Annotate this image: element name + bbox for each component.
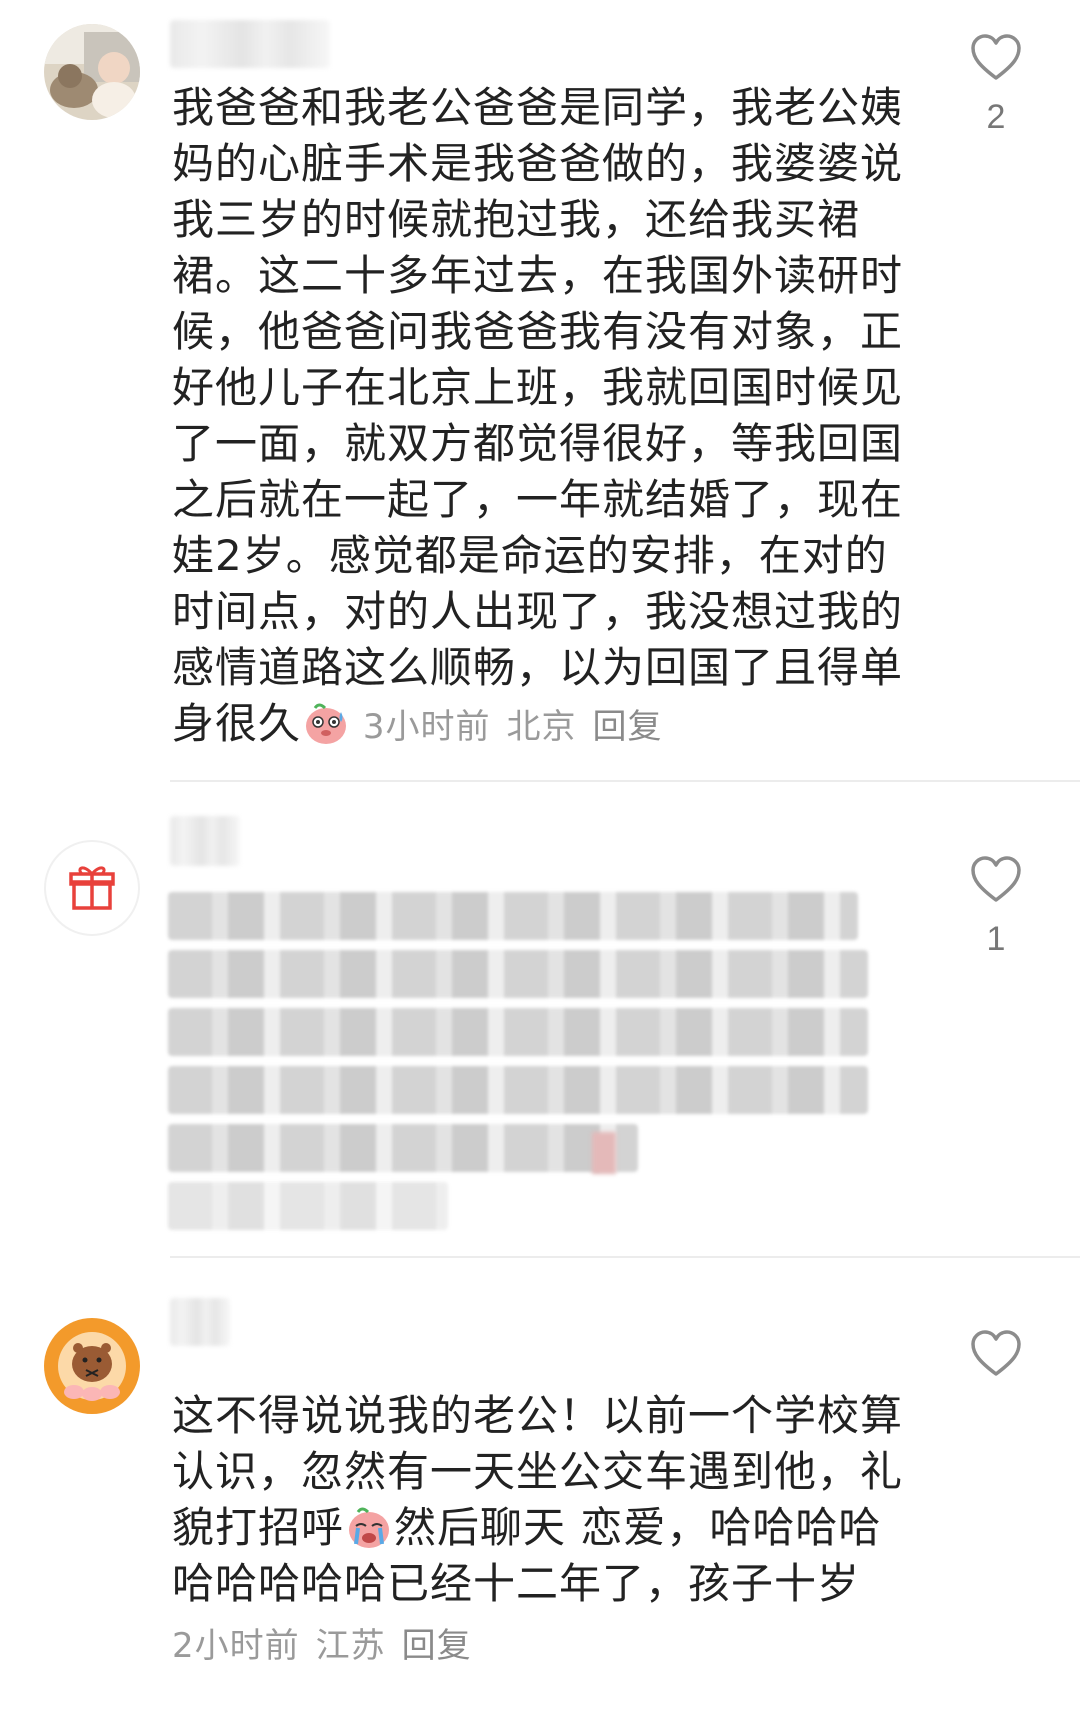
comment-body: 我爸爸和我老公爸爸是同学，我老公姨妈的心脏手术是我爸爸做的，我婆婆说我三岁的时候…: [172, 83, 904, 748]
like-count: 2: [986, 98, 1006, 136]
comment-time: 2小时前: [172, 1626, 300, 1666]
username-blurred[interactable]: [170, 1298, 230, 1346]
divider: [170, 780, 1080, 782]
capybara-icon: [44, 1318, 140, 1414]
sweat-face-emoji: [303, 700, 349, 746]
comment-text: 这不得说说我的老公！以前一个学校算认识，忽然有一天坐公交车遇到他，礼貌打招呼 然…: [172, 1388, 912, 1612]
avatar[interactable]: [44, 24, 140, 120]
divider: [170, 1256, 1080, 1258]
like-button[interactable]: [966, 1330, 1026, 1394]
comment-meta: 3小时前 北京 回复: [351, 707, 678, 747]
gift-icon: [69, 866, 115, 910]
comment-meta: 2小时前 江苏 回复: [172, 1618, 488, 1667]
like-button[interactable]: 2: [966, 34, 1026, 137]
comment-location: 北京: [506, 707, 577, 747]
comment-location: 江苏: [315, 1626, 386, 1666]
reply-button[interactable]: 回复: [402, 1626, 472, 1666]
avatar[interactable]: [44, 1318, 140, 1414]
crying-face-emoji: [346, 1504, 392, 1550]
heart-icon: [971, 34, 1021, 80]
avatar[interactable]: [44, 840, 140, 936]
username-blurred[interactable]: [170, 20, 330, 68]
comment-text-blurred: [168, 892, 908, 1240]
like-count: 1: [986, 920, 1006, 958]
reply-button[interactable]: 回复: [592, 707, 662, 747]
blurred-emoji: [592, 1132, 616, 1174]
like-button[interactable]: 1: [966, 856, 1026, 959]
heart-icon: [971, 1330, 1021, 1376]
comment-text: 我爸爸和我老公爸爸是同学，我老公姨妈的心脏手术是我爸爸做的，我婆婆说我三岁的时候…: [172, 80, 912, 755]
username-blurred[interactable]: [170, 816, 240, 866]
comment-time: 3小时前: [362, 707, 491, 747]
heart-icon: [971, 856, 1021, 902]
